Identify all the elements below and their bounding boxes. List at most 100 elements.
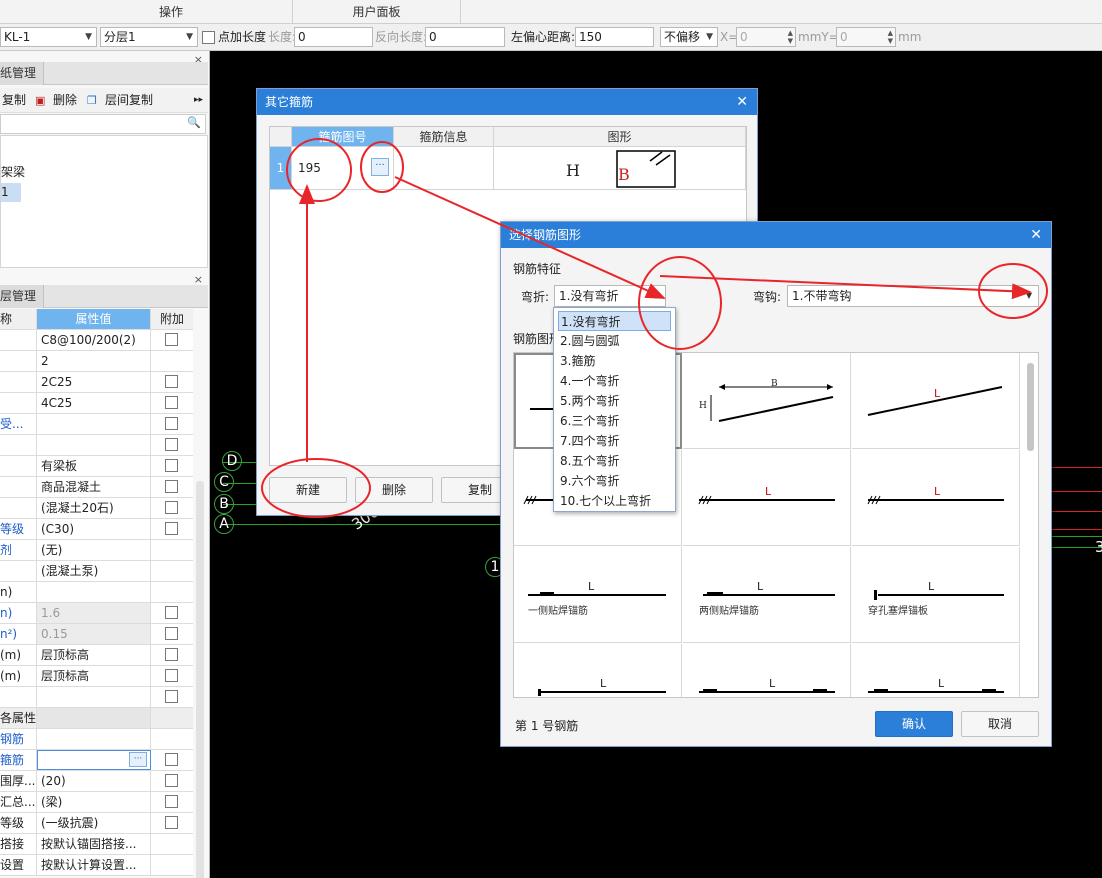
bend-option[interactable]: 10.七个以上弯折 [558,491,671,511]
property-row[interactable]: n) 1.6 [0,603,193,624]
tab-property-manager[interactable]: 层管理 [0,285,44,308]
property-row[interactable] [0,435,193,456]
shape-cell[interactable]: L [852,644,1020,697]
bend-option[interactable]: 3.箍筋 [558,351,671,371]
stirrup-info-cell[interactable] [394,147,494,190]
bend-option[interactable]: 8.五个弯折 [558,451,671,471]
property-row[interactable] [0,687,193,708]
stirrup-shape-cell[interactable]: H B [494,147,746,190]
delete-button[interactable]: 删除 [53,88,77,113]
shape-cell[interactable]: L [514,644,682,697]
extra-checkbox[interactable] [165,669,178,682]
property-value[interactable]: (20) [37,771,151,791]
shape-cell[interactable]: L 穿孔塞焊锚板 [852,547,1020,643]
property-value[interactable]: (无) [37,540,151,560]
bend-option[interactable]: 7.四个弯折 [558,431,671,451]
axis-label-b[interactable]: B [214,494,234,514]
axis-label-c[interactable]: C [214,472,234,492]
bend-option[interactable]: 5.两个弯折 [558,391,671,411]
property-row[interactable]: (混凝土泵) [0,561,193,582]
property-value[interactable]: 4C25 [37,393,151,413]
bend-option[interactable]: 2.圆与圆弧 [558,331,671,351]
extra-checkbox[interactable] [165,627,178,640]
property-row[interactable]: C8@100/200(2) [0,330,193,351]
extra-checkbox[interactable] [165,774,178,787]
property-value[interactable]: 商品混凝土 [37,477,151,497]
hook-select[interactable]: 1.不带弯钩 ▼ [787,285,1039,307]
length-input[interactable]: 0 [294,27,373,47]
property-row[interactable]: 受... [0,414,193,435]
property-row[interactable]: 2 [0,351,193,372]
extra-checkbox[interactable] [165,690,178,703]
property-row[interactable]: 剂 (无) [0,540,193,561]
property-value[interactable]: 2C25 [37,372,151,392]
property-row[interactable]: 商品混凝土 [0,477,193,498]
property-value[interactable]: 0.15 [37,624,151,644]
property-value[interactable]: 层顶标高 [37,666,151,686]
shape-cell[interactable]: L 一侧贴焊锚筋 [514,547,682,643]
delete-button[interactable]: 删除 [355,477,433,503]
property-row[interactable]: 各属性 [0,708,193,729]
shape-cell[interactable]: L 两侧贴焊锚筋 [683,547,851,643]
property-value[interactable]: (混凝土20石) [37,498,151,518]
property-scrollbar[interactable] [196,481,204,878]
extra-checkbox[interactable] [165,522,178,535]
offset-mode-select[interactable]: 不偏移 ▼ [660,27,718,47]
spinner-icon[interactable]: ▲ ▼ [788,29,793,45]
stirrup-code-cell[interactable]: 195 ··· [292,147,394,190]
confirm-button[interactable]: 确认 [875,711,953,737]
property-value[interactable] [37,414,151,434]
extra-checkbox[interactable] [165,795,178,808]
extra-checkbox[interactable] [165,501,178,514]
y-input[interactable]: 0 ▲ ▼ [836,27,896,47]
property-row[interactable]: n) [0,582,193,603]
property-value[interactable] [37,687,151,707]
row-index[interactable]: 1 [270,147,292,190]
property-row[interactable]: (m) 层顶标高 [0,645,193,666]
property-value[interactable]: 有梁板 [37,456,151,476]
ribbon-group-operations[interactable]: 操作 [50,0,293,24]
extra-checkbox[interactable] [165,417,178,430]
property-row[interactable]: (混凝土20石) [0,498,193,519]
shape-cell[interactable]: L [683,450,851,546]
property-value[interactable] [37,729,151,749]
tree-item-selected[interactable]: 1 [1,183,21,202]
property-value[interactable]: 2 [37,351,151,371]
x-input[interactable]: 0 ▲ ▼ [736,27,796,47]
left-offset-input[interactable]: 150 [575,27,654,47]
bend-option[interactable]: 1.没有弯折 [558,311,671,331]
layer-select[interactable]: 分层1 ▼ [100,27,198,47]
shape-cell[interactable]: L [852,353,1020,449]
property-value[interactable]: (混凝土泵) [37,561,151,581]
bend-option[interactable]: 6.三个弯折 [558,411,671,431]
property-row[interactable]: 等级 (C30) [0,519,193,540]
copy-button[interactable]: 复制 [2,88,26,113]
property-value[interactable] [37,708,151,728]
extra-checkbox[interactable] [165,480,178,493]
bend-select[interactable]: 1.没有弯折 ▼ [554,285,666,307]
property-value[interactable]: (梁) [37,792,151,812]
axis-label-d[interactable]: D [222,451,242,471]
ellipsis-button[interactable]: ··· [371,158,389,176]
shape-cell[interactable]: L [683,644,851,697]
close-icon[interactable]: ✕ [1030,222,1042,248]
property-value[interactable]: 按默认锚固搭接... [37,834,151,854]
extra-checkbox[interactable] [165,396,178,409]
search-input[interactable]: 🔍 [0,114,206,134]
extra-checkbox[interactable] [165,333,178,346]
bend-dropdown-list[interactable]: 1.没有弯折 2.圆与圆弧 3.箍筋 4.一个弯折 5.两个弯折 6.三个弯折 7.四个弯折… [553,307,676,512]
ribbon-group-user-panel[interactable]: 用户面板 [293,0,461,24]
property-value[interactable] [37,582,151,602]
reverse-length-input[interactable]: 0 [425,27,505,47]
property-value[interactable]: 1.6 [37,603,151,623]
delete-icon[interactable]: ▣ [35,88,45,113]
extra-checkbox[interactable] [165,375,178,388]
extra-checkbox[interactable] [165,606,178,619]
axis-label-a[interactable]: A [214,514,234,534]
property-value[interactable] [37,435,151,455]
floor-copy-button[interactable]: 层间复制 [105,88,153,113]
bend-option[interactable]: 4.一个弯折 [558,371,671,391]
property-value[interactable]: 层顶标高 [37,645,151,665]
extra-checkbox[interactable] [165,438,178,451]
floor-copy-icon[interactable]: ❐ [87,88,97,113]
